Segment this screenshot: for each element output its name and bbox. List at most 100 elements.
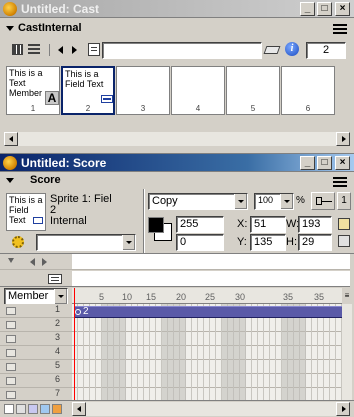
width-field[interactable]: 193 [298, 216, 332, 233]
sprite-channel-header[interactable]: 2 [0, 318, 72, 332]
foreground-color-field[interactable]: 255 [176, 216, 224, 233]
chevron-down-icon [54, 289, 67, 304]
cast-member-number: 4 [195, 104, 201, 113]
chevron-down-icon [280, 194, 293, 209]
drag-member-icon[interactable] [88, 43, 100, 56]
score-vertical-scrollbar[interactable] [342, 304, 352, 410]
maximize-button[interactable]: □ [317, 2, 332, 16]
effects-channel-header [0, 271, 72, 287]
channel-toggle[interactable] [6, 335, 16, 343]
channel-toggle[interactable] [6, 321, 16, 329]
next-marker-icon[interactable] [42, 258, 47, 266]
sprite-channel-header[interactable]: 5 [0, 360, 72, 374]
channel-display-dropdown[interactable]: Member [4, 288, 68, 305]
previous-member-icon[interactable] [58, 46, 63, 54]
sprite-color-swatch[interactable] [28, 404, 38, 414]
sprite-color-swatch[interactable] [52, 404, 62, 414]
background-color-field[interactable]: 0 [176, 234, 224, 251]
maximize-button[interactable]: □ [317, 156, 332, 170]
channel-number: 1 [55, 304, 61, 314]
zoom-menu-icon[interactable]: ≡ [342, 288, 352, 304]
panel-menu-icon[interactable] [333, 175, 347, 187]
blend-dropdown[interactable]: 100 [254, 193, 294, 210]
cast-title-bar[interactable]: Untitled: Cast _ □ × [0, 0, 354, 18]
marker-channel-header [0, 254, 72, 270]
h-label: H: [286, 236, 297, 248]
channel-number: 5 [55, 360, 61, 370]
score-panel-label: Score [30, 174, 61, 186]
collapse-arrow-icon[interactable] [6, 26, 14, 31]
sprite-channel-header[interactable]: 1 [0, 304, 72, 318]
frame-tick: 5 [99, 292, 105, 302]
sprite-span[interactable]: 2 [74, 306, 350, 318]
thumbnail-view-icon[interactable] [12, 44, 23, 55]
right-field-button[interactable]: 1 [337, 192, 351, 210]
frame-shade [222, 304, 246, 410]
frame-tick: 35 [283, 292, 294, 302]
panel-menu-icon[interactable] [333, 22, 347, 34]
channel-number: 3 [55, 332, 61, 342]
frame-shade [282, 304, 306, 410]
chevron-down-icon [234, 194, 247, 209]
cast-member-number: 1 [30, 104, 36, 113]
behavior-dropdown[interactable] [36, 234, 136, 251]
y-field[interactable]: 135 [250, 234, 286, 251]
marker-channel[interactable] [72, 254, 350, 270]
x-field[interactable]: 51 [250, 216, 286, 233]
score-grid[interactable] [72, 304, 342, 410]
next-member-icon[interactable] [72, 46, 77, 54]
previous-marker-icon[interactable] [30, 258, 35, 266]
sprite-color-swatch[interactable] [16, 404, 26, 414]
channel-toggle[interactable] [6, 349, 16, 357]
ink-dropdown[interactable]: Copy [148, 193, 248, 210]
cast-name-bar: CastInternal [0, 19, 354, 39]
cast-horizontal-scrollbar[interactable] [4, 132, 350, 146]
effects-channel[interactable] [72, 271, 350, 287]
sprite-toolbar-toggle-button[interactable] [311, 192, 335, 210]
editable-toggle-icon[interactable] [338, 218, 350, 230]
member-number-field[interactable]: 2 [306, 42, 346, 59]
scroll-left-button[interactable] [72, 402, 86, 416]
playhead[interactable] [74, 288, 75, 410]
minimize-button[interactable]: _ [300, 156, 315, 170]
member-name-field[interactable] [102, 42, 262, 59]
foreground-color-chip[interactable] [148, 217, 164, 233]
sprite-start-keyframe-icon[interactable] [75, 309, 81, 315]
sprite-channel-header[interactable]: 3 [0, 332, 72, 346]
color-chips[interactable] [148, 215, 176, 247]
cast-toolbar: i 2 [0, 39, 354, 61]
channel-toggle[interactable] [6, 391, 16, 399]
score-title-bar[interactable]: Untitled: Score _ □ × [0, 154, 354, 172]
sprite-color-swatch[interactable] [4, 404, 14, 414]
sprite-color-swatch[interactable] [40, 404, 50, 414]
member-properties-icon[interactable] [263, 44, 281, 55]
cast-name-label: CastInternal [18, 22, 82, 34]
y-label: Y: [237, 236, 247, 248]
scroll-right-button[interactable] [336, 402, 350, 416]
moveable-toggle-icon[interactable] [338, 235, 350, 247]
score-panel-header: Score [0, 173, 354, 189]
channel-number: 4 [55, 346, 61, 356]
info-icon[interactable]: i [285, 42, 299, 56]
frame-shade [102, 304, 126, 410]
behavior-icon[interactable] [10, 234, 26, 250]
channel-toggle[interactable] [6, 307, 16, 315]
channel-display-value: Member [8, 290, 49, 302]
sprite-channel-header[interactable]: 6 [0, 374, 72, 388]
sprite-channel-header[interactable]: 4 [0, 346, 72, 360]
collapse-arrow-icon[interactable] [6, 178, 14, 183]
score-bottom-bar [0, 400, 354, 417]
marker-icon[interactable] [8, 258, 14, 263]
channel-toggle[interactable] [6, 363, 16, 371]
minimize-button[interactable]: _ [300, 2, 315, 16]
score-horizontal-scrollbar[interactable] [72, 402, 350, 416]
hide-effects-channels-icon[interactable] [48, 274, 62, 284]
toolbar-divider [49, 44, 50, 56]
list-view-icon[interactable] [28, 44, 40, 55]
close-button[interactable]: × [335, 156, 350, 170]
height-field[interactable]: 29 [298, 234, 332, 251]
scroll-right-button[interactable] [336, 132, 350, 146]
scroll-left-button[interactable] [4, 132, 18, 146]
close-button[interactable]: × [335, 2, 350, 16]
channel-toggle[interactable] [6, 377, 16, 385]
